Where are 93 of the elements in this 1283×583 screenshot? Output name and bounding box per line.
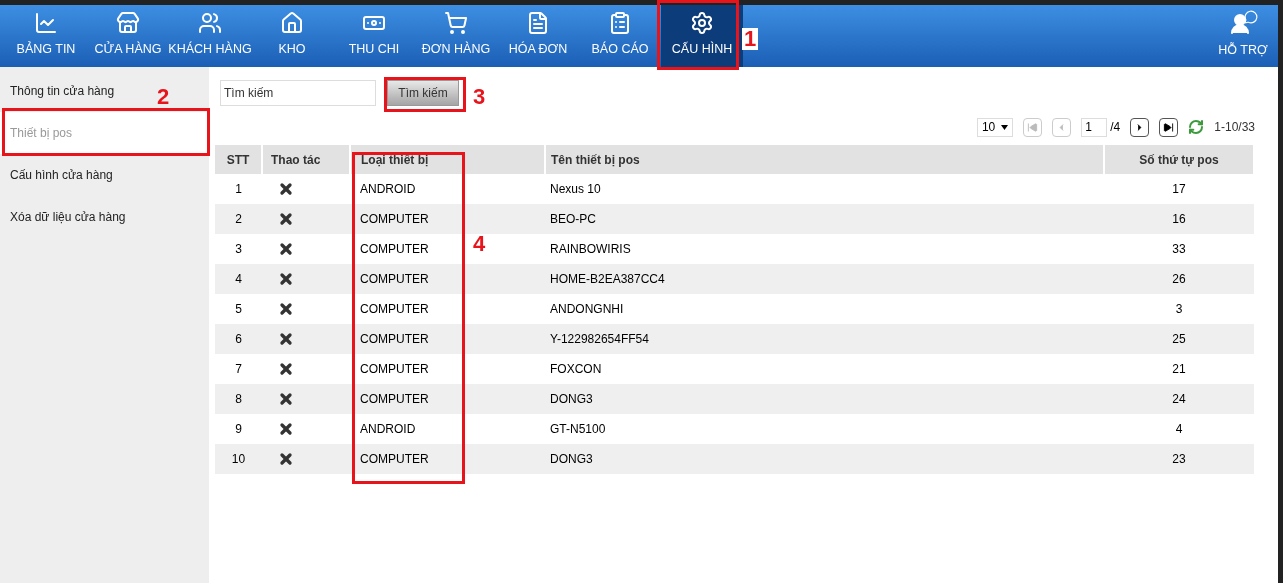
nav-tab[interactable]: KHÁCH HÀNG <box>169 5 251 67</box>
annotation-number: 3 <box>473 83 486 111</box>
table-cell: DONG3 <box>550 452 593 466</box>
column-header: Thao tác <box>262 145 350 174</box>
settings-icon <box>690 11 714 36</box>
table-cell: COMPUTER <box>360 332 429 346</box>
delete-icon[interactable] <box>278 271 294 287</box>
last-page-button[interactable] <box>1159 117 1179 137</box>
table-cell: 16 <box>1172 212 1186 226</box>
delete-icon[interactable] <box>278 361 294 377</box>
nav-tab[interactable]: CỬA HÀNG <box>87 5 169 67</box>
table-cell: COMPUTER <box>360 392 429 406</box>
table-cell: 21 <box>1172 362 1186 376</box>
table-cell: COMPUTER <box>360 212 429 226</box>
nav-tab[interactable]: BÁO CÁO <box>579 5 661 67</box>
table-cell: COMPUTER <box>360 272 429 286</box>
table-cell: 17 <box>1172 182 1186 196</box>
nav-tab[interactable]: CẤU HÌNH <box>661 5 743 67</box>
table-cell: 6 <box>235 332 242 346</box>
table-cell: RAINBOWIRIS <box>550 242 631 256</box>
caret-down-icon <box>1001 124 1009 130</box>
delete-icon[interactable] <box>278 211 294 227</box>
table-cell: 23 <box>1172 452 1186 466</box>
refresh-icon[interactable] <box>1188 119 1205 135</box>
annotation-number: 2 <box>157 83 170 111</box>
support-button[interactable]: HỖ TRỢ <box>1208 5 1278 67</box>
table-cell: 3 <box>1175 302 1183 316</box>
support-agent-icon <box>1228 10 1258 37</box>
table-cell: 2 <box>235 212 242 226</box>
users-icon <box>198 11 222 36</box>
search-field[interactable]: Tìm kiếm <box>220 80 376 106</box>
table-cell: COMPUTER <box>360 452 429 466</box>
sidebar-item[interactable]: Xóa dữ liệu cửa hàng <box>0 196 209 238</box>
column-header: Số thứ tự pos <box>1104 145 1254 174</box>
annotation-number: 1 <box>742 28 759 50</box>
table-cell: 26 <box>1172 272 1186 286</box>
table-cell: 10 <box>231 452 246 466</box>
table-cell: BEO-PC <box>550 212 596 226</box>
table-cell: HOME-B2EA387CC4 <box>550 272 665 286</box>
store-icon <box>116 11 140 36</box>
table-cell: Nexus 10 <box>550 182 601 196</box>
table-cell: ANDROID <box>360 422 416 436</box>
table-cell: GT-N5100 <box>550 422 606 436</box>
table-cell: Y-122982654FF54 <box>550 332 649 346</box>
table-cell: DONG3 <box>550 392 593 406</box>
table-cell: 9 <box>235 422 242 436</box>
table-cell: 4 <box>235 272 242 286</box>
skip-back-icon <box>1027 121 1039 133</box>
table-cell: COMPUTER <box>360 362 429 376</box>
nav-tab[interactable]: HÓA ĐƠN <box>497 5 579 67</box>
table-cell: COMPUTER <box>360 302 429 316</box>
table-cell: 24 <box>1172 392 1186 406</box>
delete-icon[interactable] <box>278 181 294 197</box>
column-header: Tên thiết bị pos <box>545 145 1104 174</box>
annotation-number: 4 <box>473 230 486 258</box>
table-cell: COMPUTER <box>360 242 429 256</box>
nav-tab[interactable]: ĐƠN HÀNG <box>415 5 497 67</box>
house-icon <box>280 11 304 36</box>
delete-icon[interactable] <box>278 391 294 407</box>
table-cell: 5 <box>235 302 242 316</box>
nav-tab[interactable]: BẢNG TIN <box>5 5 87 67</box>
table-cell: ANDROID <box>360 182 416 196</box>
table-cell: 25 <box>1172 332 1186 346</box>
table-cell: 7 <box>235 362 242 376</box>
page-count: /4 <box>1110 119 1121 136</box>
table-cell: 1 <box>235 182 242 196</box>
nav-tab[interactable]: KHO <box>251 5 333 67</box>
search-button[interactable]: Tìm kiếm <box>387 80 459 106</box>
page-size-select[interactable]: 10 <box>976 117 1014 137</box>
nav-tab[interactable]: THU CHI <box>333 5 415 67</box>
delete-icon[interactable] <box>278 241 294 257</box>
table-cell: 3 <box>235 242 242 256</box>
chart-icon <box>34 11 58 36</box>
skip-forward-icon <box>1163 121 1175 133</box>
delete-icon[interactable] <box>278 421 294 437</box>
cart-icon <box>444 11 468 36</box>
document-icon <box>526 11 550 36</box>
sidebar-item[interactable]: Thiết bị pos <box>0 112 209 154</box>
next-page-button[interactable] <box>1130 117 1150 137</box>
table-cell: 8 <box>235 392 242 406</box>
clipboard-icon <box>608 11 632 36</box>
table-cell: FOXCON <box>550 362 602 376</box>
table-cell: 33 <box>1172 242 1186 256</box>
delete-icon[interactable] <box>278 301 294 317</box>
page-field[interactable]: 1 <box>1081 117 1108 137</box>
table-cell: 4 <box>1175 422 1183 436</box>
record-range: 1-10/33 <box>1214 119 1255 136</box>
sidebar-item[interactable]: Cấu hình cửa hàng <box>0 154 209 196</box>
delete-icon[interactable] <box>278 451 294 467</box>
delete-icon[interactable] <box>278 331 294 347</box>
table-cell: ANDONGNHI <box>550 302 624 316</box>
column-header: Loại thiết bị <box>350 145 545 174</box>
column-header: STT <box>215 145 262 174</box>
